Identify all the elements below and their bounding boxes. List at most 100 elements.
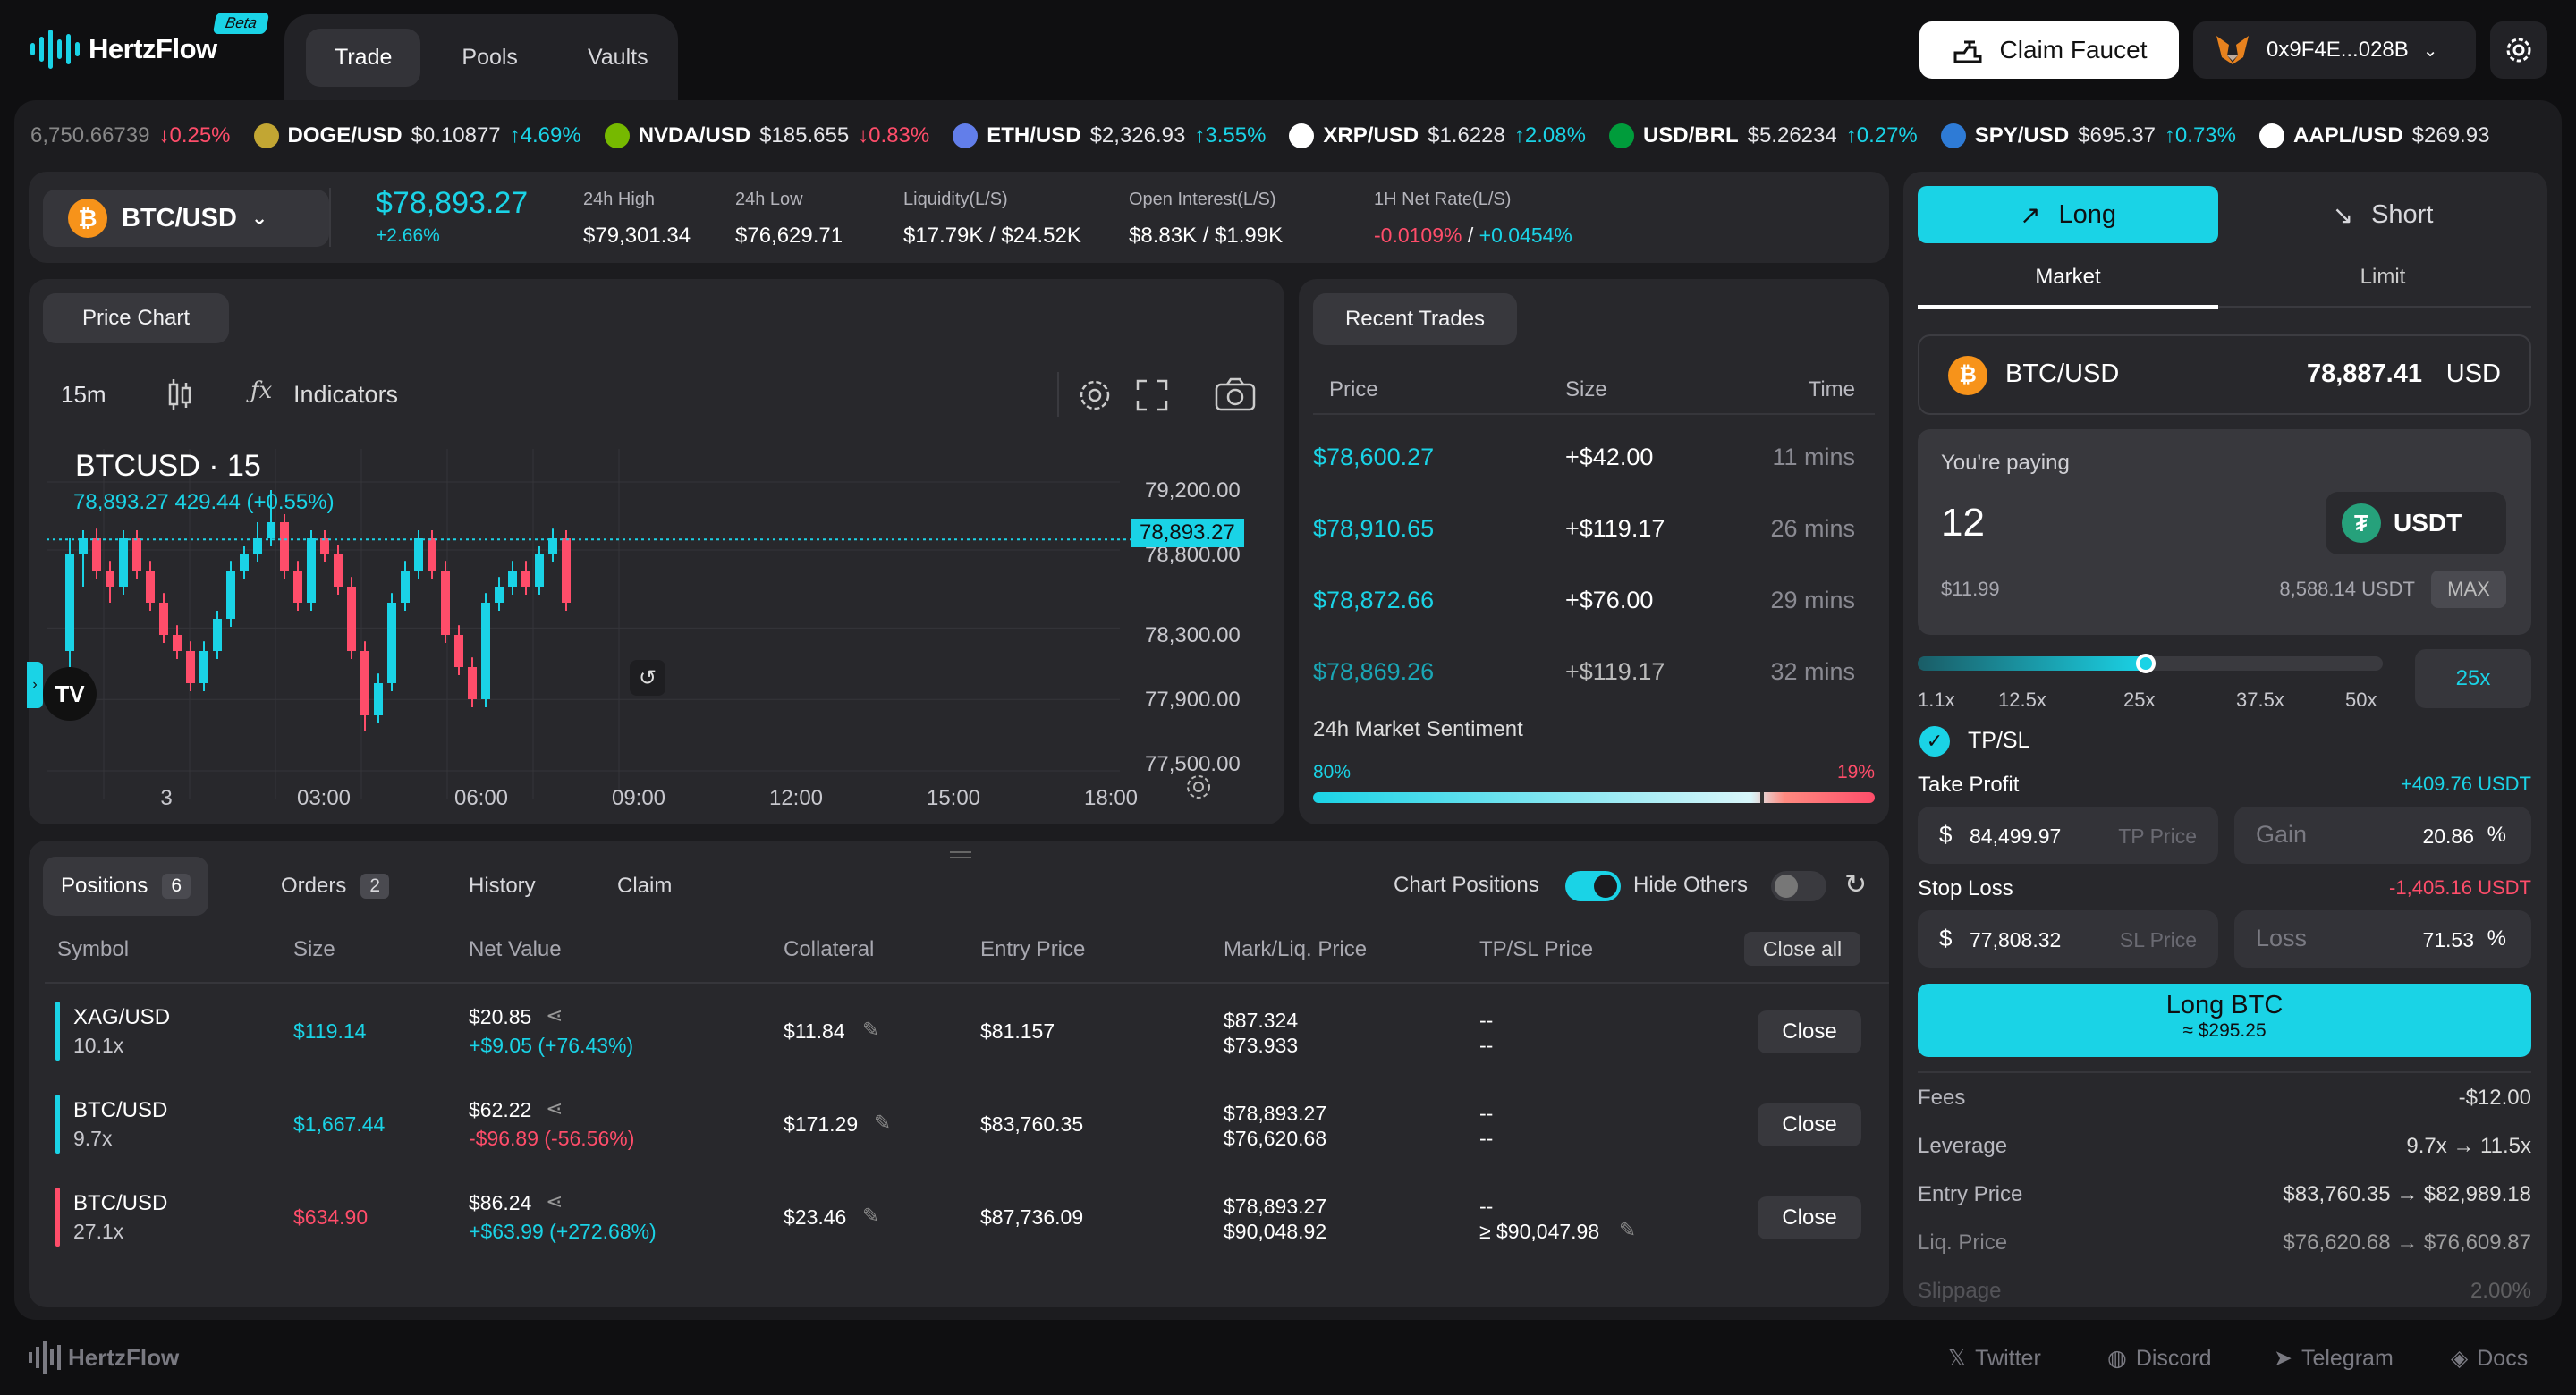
pair-selector[interactable]: ₿ BTC/USD ⌄	[43, 190, 329, 247]
trade-size: +$42.00	[1565, 444, 1654, 470]
docs-link[interactable]: ◈ Docs	[2451, 1345, 2528, 1372]
interval-selector[interactable]: 15m	[61, 381, 106, 409]
logo[interactable]: HertzFlow	[30, 27, 217, 72]
trade-time: 11 mins	[1772, 444, 1855, 470]
twitter-link[interactable]: 𝕏 Twitter	[1948, 1345, 2041, 1372]
ticker-change: ↑0.73%	[2164, 123, 2236, 148]
gain-input[interactable]: Gain 20.86 %	[2234, 807, 2531, 864]
leverage-value[interactable]: 25x	[2415, 649, 2531, 708]
reset-chart-icon[interactable]: ↺	[630, 660, 665, 696]
close-position-button[interactable]: Close	[1758, 1103, 1861, 1146]
close-position-button[interactable]: Close	[1758, 1010, 1861, 1053]
leverage-tick: 25x	[2123, 689, 2156, 711]
position-pnl: -$96.89 (-56.56%)	[469, 1127, 635, 1150]
candle-body	[146, 571, 155, 603]
edit-collateral-icon[interactable]: ✎	[862, 1204, 879, 1228]
expand-sidebar-icon[interactable]: ›	[27, 662, 43, 708]
settings-button[interactable]	[2490, 21, 2547, 79]
x-tick-label: 15:00	[927, 786, 980, 810]
wallet-button[interactable]: 0x9F4E...028B ⌄	[2193, 21, 2476, 79]
tpsl-checkbox[interactable]: ✓	[1919, 726, 1950, 757]
candle-body	[92, 538, 101, 571]
leverage-slider[interactable]	[1918, 654, 2383, 673]
logo-icon	[29, 1341, 61, 1374]
ticker-change: ↑4.69%	[509, 123, 581, 148]
paying-amount-input[interactable]: 12	[1941, 501, 1985, 545]
position-entry-price: $81.157	[980, 1019, 1055, 1043]
candle-type-icon[interactable]	[165, 377, 195, 413]
tab-pools[interactable]: Pools	[433, 29, 547, 87]
ticker-pair: USD/BRL	[1642, 123, 1739, 148]
nav-tabs: Trade Pools Vaults	[284, 14, 678, 100]
fullscreen-icon[interactable]	[1136, 379, 1168, 411]
refresh-icon[interactable]: ↻	[1844, 869, 1867, 900]
tp-price-input[interactable]: $ 84,499.97 TP Price	[1918, 807, 2218, 864]
camera-icon[interactable]	[1215, 377, 1256, 411]
token-selector[interactable]: ₮ USDT	[2326, 492, 2506, 554]
share-icon[interactable]: ⋖	[546, 1003, 563, 1027]
ticker-item[interactable]: AAPL/USD $269.93	[2258, 123, 2489, 148]
long-tab[interactable]: ↗ Long	[1918, 186, 2218, 243]
share-icon[interactable]: ⋖	[546, 1096, 563, 1120]
resize-handle-icon[interactable]	[950, 851, 971, 858]
price-change: +2.66%	[376, 225, 440, 246]
ticker-item[interactable]: USD/BRL $5.26234 ↑0.27%	[1608, 123, 1918, 148]
chart-ohlc: 78,893.27 429.44 (+0.55%)	[73, 490, 335, 514]
chart-positions-toggle[interactable]	[1565, 871, 1621, 901]
tab-orders[interactable]: Orders 2	[263, 857, 407, 916]
function-icon: ƒx	[250, 377, 273, 404]
hide-others-toggle[interactable]	[1771, 871, 1826, 901]
liquidity-value: $17.79K / $24.52K	[903, 224, 1081, 248]
submit-long-button[interactable]: Long BTC ≈ $295.25	[1918, 984, 2531, 1057]
ticker-item[interactable]: ETH/USD $2,326.93 ↑3.55%	[953, 123, 1266, 148]
sl-price-input[interactable]: $ 77,808.32 SL Price	[1918, 910, 2218, 968]
brazil-flag-icon	[1608, 123, 1634, 148]
tab-recent-trades[interactable]: Recent Trades	[1313, 293, 1517, 345]
ticker-price: $1.6228	[1428, 123, 1505, 148]
indicators-button[interactable]: Indicators	[293, 381, 398, 409]
ticker-item[interactable]: XRP/USD $1.6228 ↑2.08%	[1289, 123, 1586, 148]
position-sl: --	[1479, 1034, 1494, 1057]
candle-body	[320, 538, 329, 554]
telegram-link[interactable]: ➤ Telegram	[2274, 1345, 2394, 1372]
claim-faucet-button[interactable]: Claim Faucet	[1919, 21, 2179, 79]
position-sl: ≥ $90,047.98	[1479, 1220, 1600, 1243]
position-net-value: $20.85	[469, 1005, 532, 1028]
short-tab[interactable]: ↘ Short	[2233, 186, 2533, 243]
ticker-item[interactable]: NVDA/USD $185.655 ↓0.83%	[604, 123, 929, 148]
tab-price-chart[interactable]: Price Chart	[43, 293, 229, 343]
usdt-icon: ₮	[2342, 503, 2381, 543]
chart-settings-icon[interactable]	[1077, 377, 1113, 413]
limit-tab[interactable]: Limit	[2233, 265, 2533, 290]
share-icon[interactable]: ⋖	[546, 1189, 563, 1213]
position-collateral: $11.84	[784, 1019, 845, 1043]
candle-body	[119, 538, 128, 587]
tab-history[interactable]: History	[451, 857, 554, 916]
edit-collateral-icon[interactable]: ✎	[862, 1018, 879, 1042]
low-value: $76,629.71	[735, 224, 843, 248]
ticker-change: ↑0.27%	[1845, 123, 1918, 148]
position-leverage: 9.7x	[73, 1127, 113, 1150]
market-tab[interactable]: Market	[1918, 265, 2218, 290]
discord-link[interactable]: ◍ Discord	[2107, 1345, 2212, 1372]
loss-input[interactable]: Loss 71.53 %	[2234, 910, 2531, 968]
edit-sl-icon[interactable]: ✎	[1619, 1218, 1636, 1242]
position-liq-price: $90,048.92	[1224, 1220, 1327, 1243]
ticker-item[interactable]: SPY/USD $695.37 ↑0.73%	[1940, 123, 2236, 148]
candle-body	[106, 571, 114, 587]
tab-claim[interactable]: Claim	[599, 857, 690, 916]
close-position-button[interactable]: Close	[1758, 1196, 1861, 1239]
footer-logo[interactable]: HertzFlow	[29, 1341, 179, 1374]
tradingview-logo-icon[interactable]: TV	[43, 667, 97, 721]
close-all-button[interactable]: Close all	[1744, 932, 1860, 966]
edit-collateral-icon[interactable]: ✎	[874, 1111, 891, 1135]
time-axis-settings-icon[interactable]	[1184, 773, 1213, 801]
tab-vaults[interactable]: Vaults	[559, 29, 677, 87]
ticker-item[interactable]: DOGE/USD $0.10877 ↑4.69%	[253, 123, 581, 148]
ticker-item[interactable]: 6,750.66739 ↓0.25%	[30, 123, 231, 148]
tab-trade[interactable]: Trade	[306, 28, 421, 87]
tab-positions[interactable]: Positions 6	[43, 857, 209, 916]
tab-count-badge: 2	[360, 874, 390, 899]
col-header: Size	[293, 937, 335, 961]
max-button[interactable]: MAX	[2431, 571, 2506, 608]
